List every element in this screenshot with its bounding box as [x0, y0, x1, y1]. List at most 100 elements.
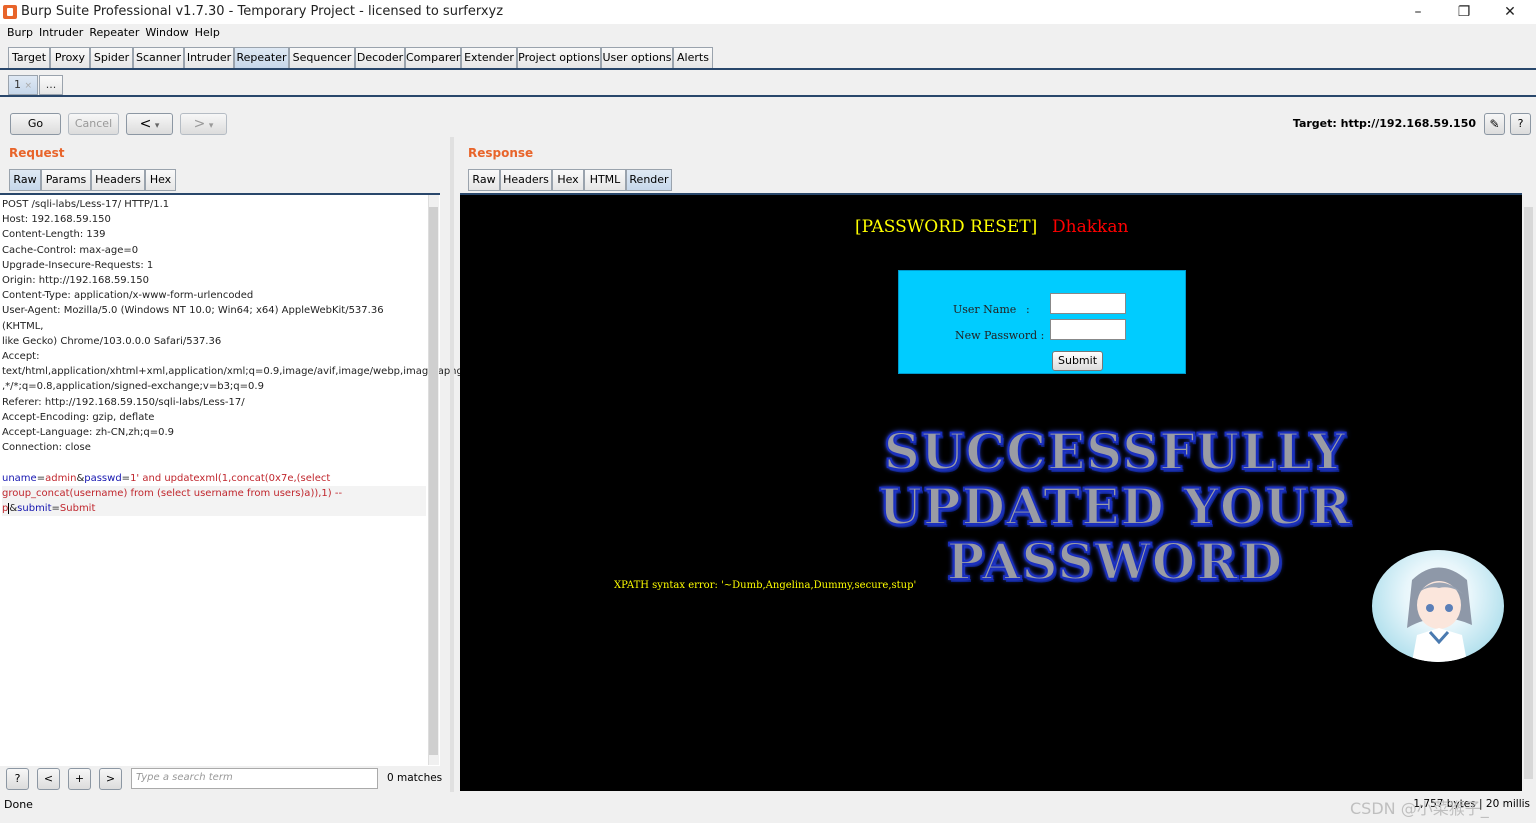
response-scroll-thumb[interactable] [1524, 207, 1533, 779]
request-tab-hex[interactable]: Hex [145, 169, 176, 191]
tab-intruder[interactable]: Intruder [184, 47, 234, 69]
param-sep: & [8, 503, 18, 515]
menu-bar: Burp Intruder Repeater Window Help [0, 24, 1536, 44]
match-count: 0 matches [387, 772, 443, 784]
menu-burp[interactable]: Burp [5, 24, 35, 42]
param-eq: = [121, 472, 131, 484]
success-line: PASSWORD [946, 532, 1284, 591]
response-tab-html[interactable]: HTML [584, 169, 626, 191]
tab-user-options[interactable]: User options [601, 47, 673, 69]
response-tab-raw[interactable]: Raw [468, 169, 500, 191]
menu-intruder[interactable]: Intruder [37, 24, 85, 42]
back-arrow-icon: < [139, 116, 152, 132]
page-heading: [PASSWORD RESET] [855, 217, 1038, 237]
username-colon: : [1026, 303, 1030, 316]
tab-alerts[interactable]: Alerts [673, 47, 713, 69]
header-line: User-Agent: Mozilla/5.0 (Windows NT 10.0… [2, 305, 387, 332]
header-line: Cache-Control: max-age=0 [2, 244, 139, 256]
param-key: uname [2, 472, 37, 484]
request-tab-params[interactable]: Params [41, 169, 91, 191]
anime-avatar-image [1372, 550, 1504, 662]
tab-proxy[interactable]: Proxy [50, 47, 90, 69]
success-line: SUCCESSFULLY [883, 422, 1347, 481]
header-line: Accept-Encoding: gzip, deflate [2, 411, 155, 423]
response-title: Response [468, 146, 534, 160]
subtab-divider [0, 95, 1536, 97]
repeater-tab-1[interactable]: 1 × [8, 75, 38, 95]
search-help-button[interactable]: ? [6, 768, 29, 790]
param-eq: = [51, 503, 60, 515]
close-tab-icon[interactable]: × [24, 81, 32, 91]
menu-window[interactable]: Window [143, 24, 190, 42]
success-line: UPDATED YOUR [877, 477, 1352, 536]
minimize-icon[interactable]: – [1395, 0, 1441, 24]
watermark: CSDN @小菜猴子_ [1350, 799, 1489, 818]
tab-spider[interactable]: Spider [90, 47, 133, 69]
repeater-tab-new[interactable]: ... [39, 75, 63, 95]
forward-button[interactable]: > ▾ [180, 113, 227, 135]
param-key: passwd [84, 472, 122, 484]
success-banner: SUCCESSFULLY UPDATED YOUR PASSWORD [870, 422, 1360, 591]
body-line: group_concat(username) from (select user… [2, 485, 426, 517]
go-button[interactable]: Go [10, 113, 61, 135]
tab-project-options[interactable]: Project options [517, 47, 601, 69]
response-tab-render[interactable]: Render [626, 169, 672, 191]
search-add-button[interactable]: + [68, 768, 91, 790]
param-value: Submit [59, 503, 96, 515]
response-tab-hex[interactable]: Hex [552, 169, 584, 191]
back-button[interactable]: < ▾ [126, 113, 173, 135]
close-icon[interactable]: ✕ [1487, 0, 1533, 24]
tab-target[interactable]: Target [8, 47, 50, 69]
header-line: like Gecko) Chrome/103.0.0.0 Safari/537.… [2, 335, 222, 347]
new-password-field[interactable] [1050, 319, 1126, 340]
body-line: uname=admin&passwd=1' and updatexml(1,co… [2, 471, 426, 486]
request-text[interactable]: POST /sqli-labs/Less-17/ HTTP/1.1 Host: 1… [2, 197, 463, 517]
tab-comparer[interactable]: Comparer [405, 47, 461, 69]
menu-help[interactable]: Help [193, 24, 222, 42]
pane-splitter[interactable] [450, 137, 454, 792]
header-line: text/html,application/xhtml+xml,applicat… [2, 366, 463, 378]
title-bar: Burp Suite Professional v1.7.30 - Tempor… [0, 0, 1536, 24]
cancel-button[interactable]: Cancel [68, 113, 119, 135]
username-field[interactable] [1050, 293, 1126, 314]
heading-name: Dhakkan [1052, 217, 1129, 237]
restore-icon[interactable]: ❐ [1441, 0, 1487, 24]
search-next-button[interactable]: > [99, 768, 122, 790]
window-title: Burp Suite Professional v1.7.30 - Tempor… [21, 4, 504, 19]
tab-scanner[interactable]: Scanner [133, 47, 184, 69]
request-editor[interactable]: POST /sqli-labs/Less-17/ HTTP/1.1 Host: 1… [0, 193, 463, 766]
request-scroll-thumb[interactable] [429, 207, 438, 755]
tab-decoder[interactable]: Decoder [355, 47, 405, 69]
burp-icon [3, 5, 17, 19]
reset-form [898, 270, 1186, 374]
status-text: Done [4, 798, 33, 811]
tab-repeater[interactable]: Repeater [234, 47, 289, 69]
header-line: Content-Type: application/x-www-form-url… [2, 290, 254, 302]
tab-extender[interactable]: Extender [461, 47, 517, 69]
header-line: Origin: http://192.168.59.150 [2, 275, 149, 287]
header-line: Accept-Language: zh-CN,zh;q=0.9 [2, 427, 175, 439]
menu-repeater[interactable]: Repeater [87, 24, 141, 42]
header-line: Upgrade-Insecure-Requests: 1 [2, 259, 154, 271]
request-tab-headers[interactable]: Headers [91, 169, 145, 191]
request-tab-raw[interactable]: Raw [9, 169, 41, 191]
help-button[interactable]: ? [1510, 113, 1531, 135]
request-line: POST /sqli-labs/Less-17/ HTTP/1.1 [2, 199, 170, 210]
header-line: Connection: close [2, 442, 91, 454]
tab-sequencer[interactable]: Sequencer [289, 47, 355, 69]
header-line: Content-Length: 139 [2, 229, 106, 241]
search-input[interactable]: Type a search term [131, 768, 378, 789]
username-label: User Name [953, 303, 1017, 316]
response-tab-headers[interactable]: Headers [500, 169, 552, 191]
header-line: ,*/*;q=0.8,application/signed-exchange;v… [2, 381, 264, 393]
tab-divider [0, 68, 1536, 70]
header-line: Accept: [2, 351, 40, 363]
search-prev-button[interactable]: < [37, 768, 60, 790]
password-label: New Password : [955, 329, 1045, 342]
header-line: Referer: http://192.168.59.150/sqli-labs… [2, 396, 245, 408]
submit-button[interactable]: Submit [1052, 351, 1103, 371]
target-label: Target: http://192.168.59.150 [1292, 117, 1476, 130]
param-key: submit [17, 503, 52, 515]
pencil-icon[interactable]: ✎ [1484, 113, 1505, 135]
xpath-error-text: XPATH syntax error: '~Dumb,Angelina,Dumm… [614, 580, 917, 591]
